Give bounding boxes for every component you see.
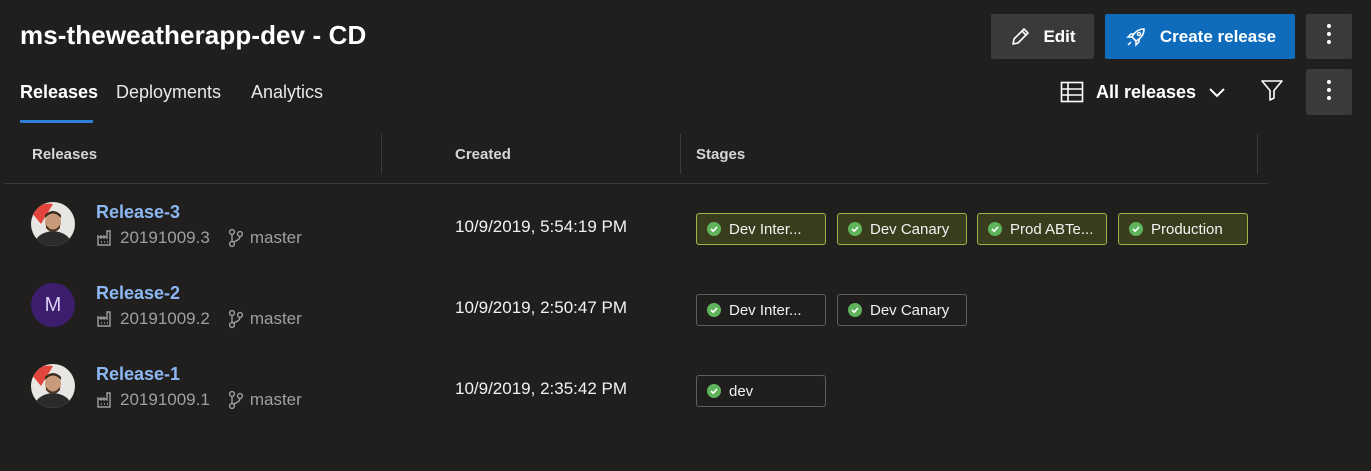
view-more-actions-button[interactable] (1306, 69, 1352, 115)
branch-icon (228, 309, 244, 329)
tab-deployments[interactable]: Deployments (116, 82, 221, 103)
release-meta: 20191009.1 master (96, 390, 302, 410)
more-vertical-icon (1326, 23, 1332, 50)
branch-name: master (249, 309, 302, 328)
column-header-stages[interactable]: Stages (696, 146, 745, 163)
table-view-icon (1060, 81, 1084, 103)
create-release-label: Create release (1159, 26, 1277, 46)
check-circle-icon (707, 222, 721, 236)
edit-button[interactable]: Edit (991, 14, 1094, 59)
branch-name: master (249, 228, 302, 247)
view-picker-dropdown[interactable]: All releases (1060, 78, 1226, 106)
stage-label: Dev Canary (870, 301, 950, 319)
more-actions-button[interactable] (1306, 14, 1352, 59)
branch-info: master (228, 228, 302, 248)
stage-label: Dev Inter... (729, 301, 802, 319)
edit-button-label: Edit (1043, 26, 1076, 46)
release-link[interactable]: Release-2 (96, 283, 180, 304)
release-meta: 20191009.2 master (96, 309, 302, 329)
tab-analytics[interactable]: Analytics (251, 82, 323, 103)
stage-label: Dev Canary (870, 220, 950, 238)
page-title: ms-theweatherapp-dev - CD (20, 20, 367, 50)
build-icon (96, 310, 114, 328)
stage-badge[interactable]: Dev Inter... (696, 294, 826, 326)
build-number: 20191009.3 (120, 228, 210, 247)
chevron-down-icon (1208, 86, 1226, 98)
column-divider[interactable] (381, 134, 382, 174)
check-circle-icon (707, 384, 721, 398)
stage-label: dev (729, 382, 754, 400)
stage-badge[interactable]: Dev Canary (837, 294, 967, 326)
branch-icon (228, 390, 244, 410)
created-date: 10/9/2019, 5:54:19 PM (455, 217, 628, 236)
stage-label: Dev Inter... (729, 220, 802, 238)
avatar (31, 202, 75, 246)
created-date: 10/9/2019, 2:35:42 PM (455, 379, 628, 398)
filter-icon (1260, 78, 1284, 107)
create-release-button[interactable]: Create release (1105, 14, 1295, 59)
check-circle-icon (707, 303, 721, 317)
stage-badge[interactable]: Dev Inter... (696, 213, 826, 245)
build-icon (96, 391, 114, 409)
column-header-releases[interactable]: Releases (32, 146, 97, 163)
stage-badge[interactable]: Dev Canary (837, 213, 967, 245)
branch-icon (228, 228, 244, 248)
check-circle-icon (848, 303, 862, 317)
column-header-created[interactable]: Created (455, 146, 511, 163)
more-vertical-icon (1326, 79, 1332, 106)
selected-tab-indicator (20, 120, 93, 123)
table-row[interactable]: Release-3 20191009.3 master 10/9/2019, 5… (0, 184, 1268, 265)
branch-info: master (228, 309, 302, 329)
check-circle-icon (1129, 222, 1143, 236)
stage-badge[interactable]: Prod ABTe... (977, 213, 1107, 245)
avatar: M (31, 283, 75, 327)
stage-badge[interactable]: Production (1118, 213, 1248, 245)
release-meta: 20191009.3 master (96, 228, 302, 248)
table-row[interactable]: M Release-2 20191009.2 master 10/9/2019,… (0, 265, 1268, 346)
stage-label: Prod ABTe... (1010, 220, 1094, 238)
created-date: 10/9/2019, 2:50:47 PM (455, 298, 628, 317)
check-circle-icon (988, 222, 1002, 236)
release-pipeline-page: ms-theweatherapp-dev - CD Edit Create re… (0, 0, 1371, 471)
release-link[interactable]: Release-1 (96, 364, 180, 385)
column-divider[interactable] (1257, 134, 1258, 174)
avatar (31, 364, 75, 408)
filter-button[interactable] (1256, 76, 1288, 108)
build-icon (96, 229, 114, 247)
build-number: 20191009.2 (120, 309, 210, 328)
release-link[interactable]: Release-3 (96, 202, 180, 223)
column-divider[interactable] (680, 134, 681, 174)
build-number: 20191009.1 (120, 390, 210, 409)
view-picker-label: All releases (1096, 81, 1197, 102)
table-row[interactable]: Release-1 20191009.1 master 10/9/2019, 2… (0, 346, 1268, 427)
stage-badge[interactable]: dev (696, 375, 826, 407)
stage-label: Production (1151, 220, 1223, 238)
check-circle-icon (848, 222, 862, 236)
branch-info: master (228, 390, 302, 410)
pencil-icon (1009, 26, 1031, 48)
tab-releases[interactable]: Releases (20, 82, 98, 103)
rocket-icon (1124, 25, 1148, 49)
branch-name: master (249, 390, 302, 409)
